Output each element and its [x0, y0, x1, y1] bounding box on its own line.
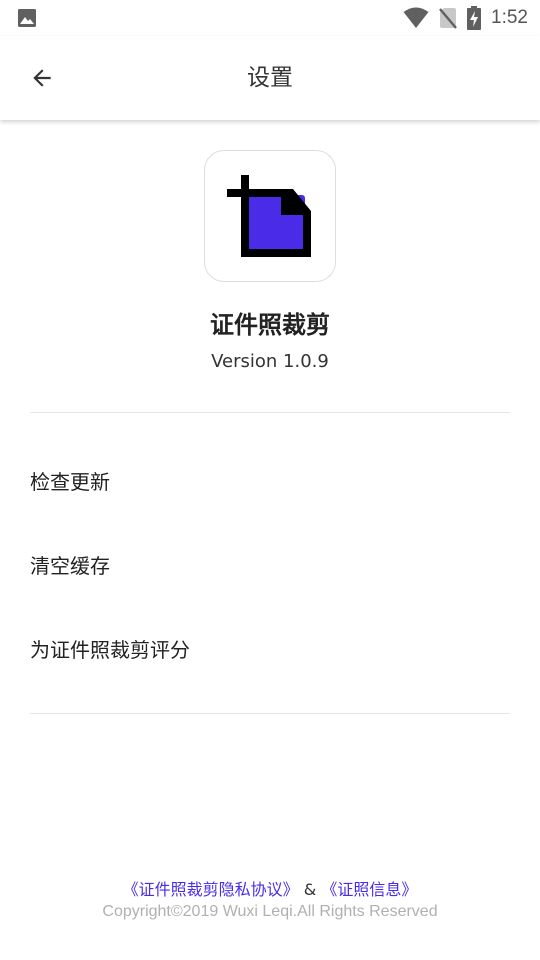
arrow-back-icon: [33, 69, 51, 87]
app-logo: [204, 150, 336, 282]
app-version: Version 1.0.9: [211, 351, 329, 372]
menu-item-rate-app[interactable]: 为证件照裁剪评分: [0, 606, 540, 690]
status-bar: 1:52: [0, 0, 540, 36]
app-bar: 设置: [0, 36, 540, 120]
copyright-text: Copyright©2019 Wuxi Leqi.All Rights Rese…: [102, 903, 438, 920]
divider: [30, 412, 510, 413]
clock: 1:52: [491, 7, 528, 28]
page-title: 设置: [247, 65, 293, 91]
status-icons: 1:52: [403, 5, 528, 31]
footer-links: 《证件照裁剪隐私协议》 & 《证照信息》: [0, 876, 540, 900]
divider: [30, 713, 510, 714]
menu-item-label: 检查更新: [30, 469, 110, 494]
privacy-policy-link[interactable]: 《证件照裁剪隐私协议》: [123, 880, 299, 899]
link-separator: &: [303, 880, 317, 899]
crop-icon: [227, 175, 311, 257]
menu-item-check-update[interactable]: 检查更新: [0, 438, 540, 522]
menu-item-label: 为证件照裁剪评分: [30, 637, 190, 662]
menu-item-clear-cache[interactable]: 清空缓存: [0, 522, 540, 606]
battery-charging-icon: [467, 6, 482, 30]
no-sim-icon: [439, 8, 457, 29]
app-name: 证件照裁剪: [210, 311, 330, 339]
id-info-link[interactable]: 《证照信息》: [321, 880, 417, 899]
back-button[interactable]: [18, 54, 66, 102]
image-icon: [18, 9, 36, 27]
menu-item-label: 清空缓存: [30, 553, 110, 578]
wifi-icon: [403, 7, 429, 28]
